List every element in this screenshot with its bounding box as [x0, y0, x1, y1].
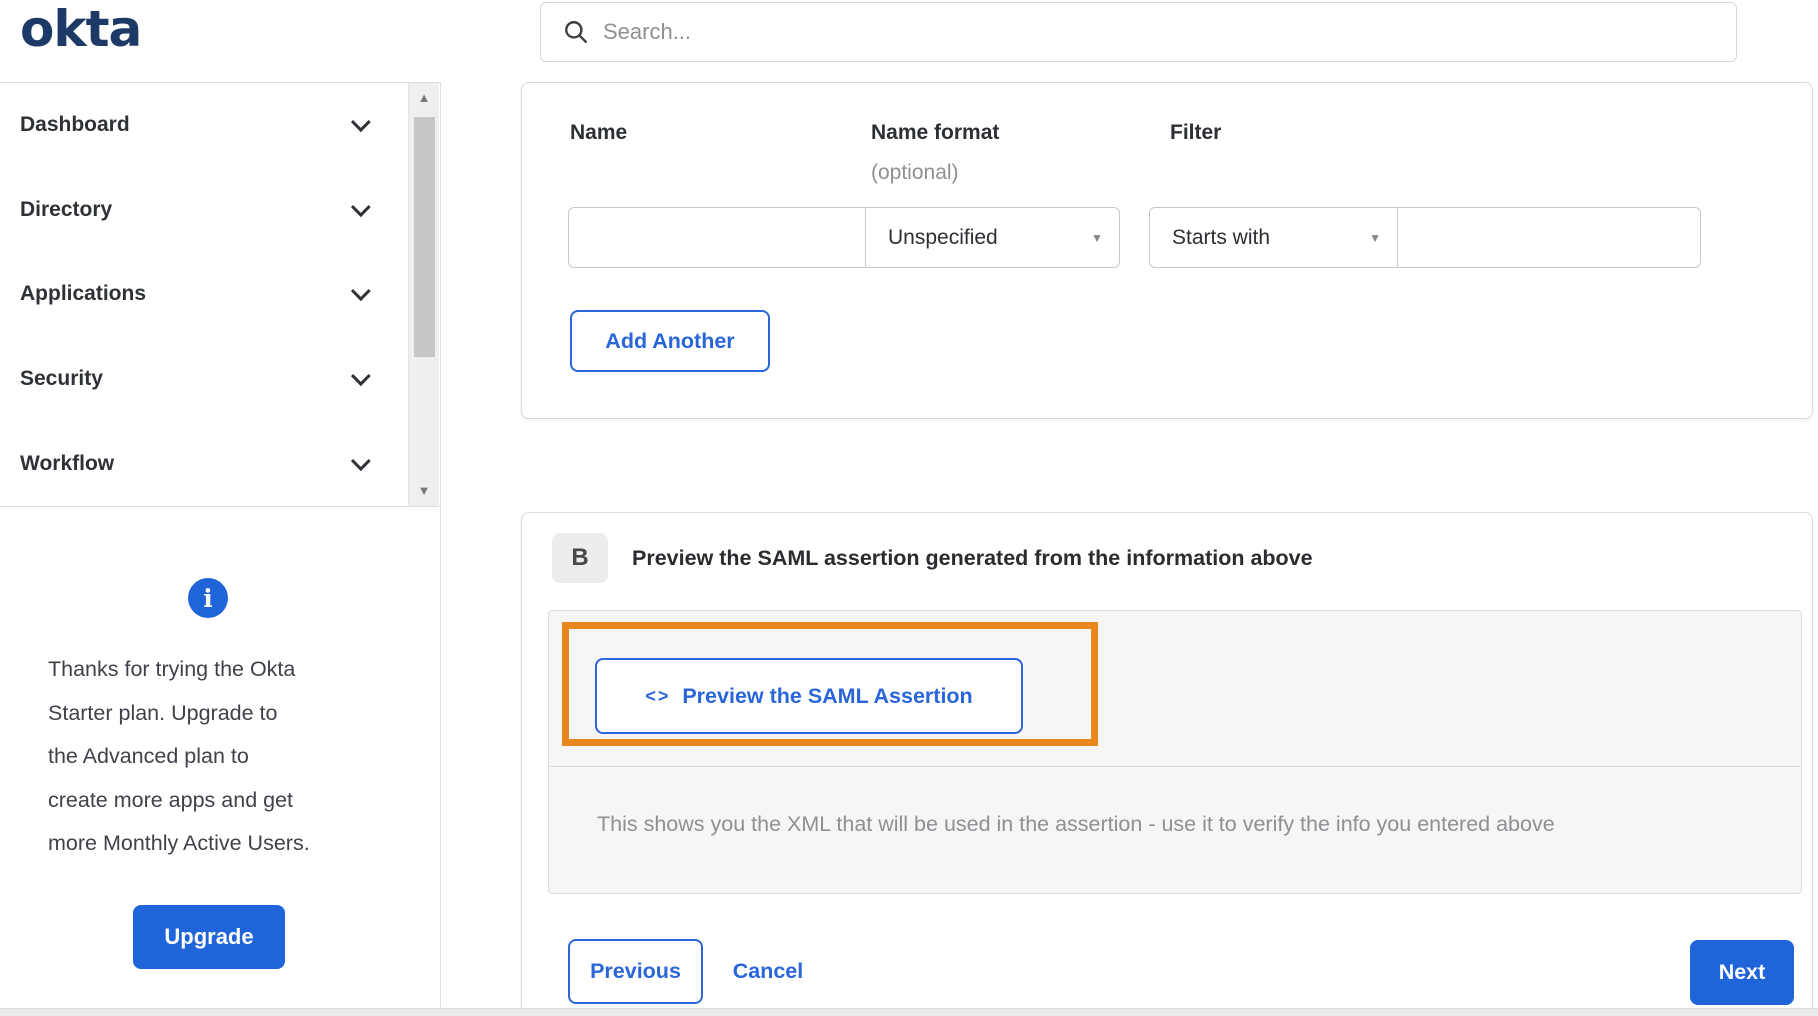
- name-format-selected-value: Unspecified: [888, 225, 998, 249]
- filter-column-label: Filter: [1170, 121, 1222, 144]
- name-column-label: Name: [570, 121, 628, 144]
- chevron-down-icon: [350, 450, 371, 471]
- sidebar-item-applications[interactable]: Applications: [0, 252, 440, 337]
- sidebar-item-label: Directory: [20, 197, 113, 221]
- dropdown-caret-icon: ▼: [1091, 230, 1103, 245]
- attribute-row: Unspecified ▼ Starts with ▼: [568, 207, 1701, 268]
- sidebar-nav: Dashboard Directory Applications Securit…: [0, 82, 440, 507]
- preview-saml-assertion-button[interactable]: <> Preview the SAML Assertion: [595, 658, 1023, 734]
- preview-assertion-card: B Preview the SAML assertion generated f…: [521, 512, 1813, 1016]
- search-input[interactable]: [603, 19, 1736, 45]
- window-bottom-edge: [0, 1008, 1818, 1016]
- search-box[interactable]: [540, 2, 1737, 62]
- sidebar-item-label: Applications: [20, 282, 147, 306]
- preview-button-label: Preview the SAML Assertion: [682, 683, 973, 708]
- trial-message-line: Starter plan. Upgrade to: [48, 700, 278, 725]
- name-format-dropdown[interactable]: Unspecified ▼: [865, 207, 1120, 268]
- sidebar-item-label: Security: [20, 367, 103, 391]
- scroll-down-arrow-icon[interactable]: ▼: [409, 484, 439, 498]
- chevron-down-icon: [350, 197, 371, 217]
- sidebar-divider: [440, 82, 441, 1016]
- trial-message: Thanks for trying the Okta Starter plan.…: [48, 648, 388, 866]
- filter-operator-selected-value: Starts with: [1172, 225, 1271, 249]
- name-format-column-label: Name format: [871, 121, 1000, 144]
- info-icon: i: [188, 578, 228, 618]
- attribute-statements-card: Name Name format (optional) Filter Unspe…: [521, 82, 1813, 419]
- sidebar-item-directory[interactable]: Directory: [0, 168, 440, 253]
- preview-section-title: Preview the SAML assertion generated fro…: [632, 546, 1313, 570]
- next-button[interactable]: Next: [1690, 940, 1794, 1005]
- chevron-down-icon: [350, 112, 371, 133]
- name-format-optional-note: (optional): [871, 161, 959, 184]
- scrollbar-thumb[interactable]: [414, 117, 435, 357]
- cancel-button[interactable]: Cancel: [718, 939, 818, 1004]
- dropdown-caret-icon: ▼: [1369, 230, 1381, 245]
- preview-panel: <> Preview the SAML Assertion This shows…: [548, 610, 1802, 894]
- add-another-button[interactable]: Add Another: [570, 310, 770, 372]
- sidebar-item-label: Dashboard: [20, 113, 130, 137]
- panel-divider: [549, 766, 1801, 767]
- trial-message-line: more Monthly Active Users.: [48, 831, 310, 855]
- chevron-down-icon: [350, 281, 371, 302]
- sidebar-item-security[interactable]: Security: [0, 337, 440, 422]
- okta-admin-page: okta Dashboard Directory Applications Se…: [0, 0, 1818, 1016]
- filter-operator-dropdown[interactable]: Starts with ▼: [1149, 207, 1398, 268]
- previous-button[interactable]: Previous: [568, 939, 703, 1004]
- search-icon: [565, 21, 587, 43]
- step-b-badge: B: [552, 533, 608, 583]
- okta-logo[interactable]: okta: [20, 0, 142, 62]
- trial-message-line: create more apps and get: [48, 787, 294, 812]
- preview-description: This shows you the XML that will be used…: [597, 812, 1555, 836]
- sidebar-item-workflow[interactable]: Workflow: [0, 421, 440, 506]
- trial-message-line: the Advanced plan to: [48, 744, 249, 768]
- sidebar-scrollbar[interactable]: ▲ ▼: [408, 83, 439, 506]
- trial-message-line: Thanks for trying the Okta: [48, 657, 296, 681]
- chevron-down-icon: [350, 366, 371, 387]
- attribute-name-input[interactable]: [568, 207, 866, 268]
- upgrade-button[interactable]: Upgrade: [133, 905, 285, 969]
- filter-value-input[interactable]: [1397, 207, 1701, 268]
- code-brackets-icon: <>: [645, 685, 671, 706]
- sidebar-item-label: Workflow: [20, 451, 115, 475]
- scroll-up-arrow-icon[interactable]: ▲: [409, 91, 439, 105]
- sidebar-item-dashboard[interactable]: Dashboard: [0, 83, 440, 168]
